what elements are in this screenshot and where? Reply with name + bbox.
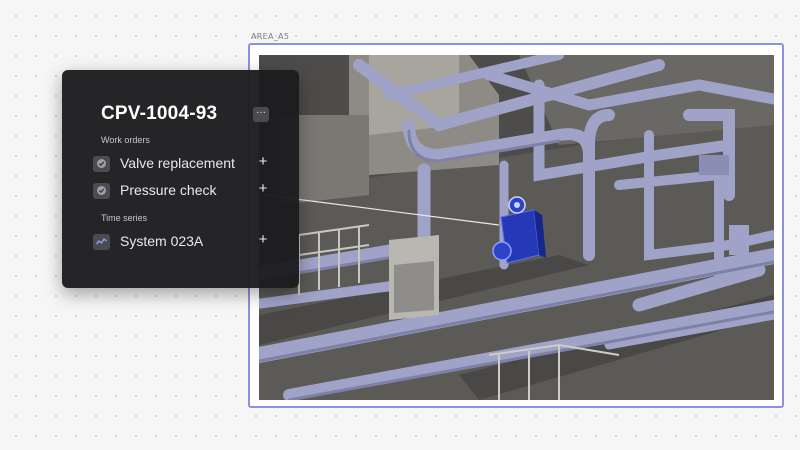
- section-label-work-orders: Work orders: [101, 135, 150, 145]
- area-label: AREA_A5: [251, 32, 290, 41]
- asset-info-panel: CPV-1004-93 ··· Work orders Valve replac…: [62, 70, 299, 288]
- 3d-viewport[interactable]: [259, 55, 774, 400]
- section-label-time-series: Time series: [101, 213, 148, 223]
- asset-title: CPV-1004-93: [101, 103, 218, 124]
- add-work-order-button[interactable]: +: [256, 180, 270, 200]
- more-options-button[interactable]: ···: [253, 107, 269, 122]
- time-series-label: System 023A: [120, 233, 204, 249]
- work-order-label: Pressure check: [120, 182, 217, 198]
- plant-model-scene: [259, 55, 774, 400]
- check-circle-icon: [93, 156, 110, 172]
- work-order-item-valve-replacement[interactable]: Valve replacement +: [93, 153, 273, 174]
- work-order-label: Valve replacement: [120, 155, 235, 171]
- check-circle-icon: [93, 183, 110, 199]
- time-series-item-system-023a[interactable]: System 023A +: [93, 231, 273, 252]
- add-work-order-button[interactable]: +: [256, 153, 270, 173]
- work-order-item-pressure-check[interactable]: Pressure check +: [93, 180, 273, 201]
- line-chart-icon: [93, 234, 110, 250]
- add-time-series-button[interactable]: +: [256, 231, 270, 251]
